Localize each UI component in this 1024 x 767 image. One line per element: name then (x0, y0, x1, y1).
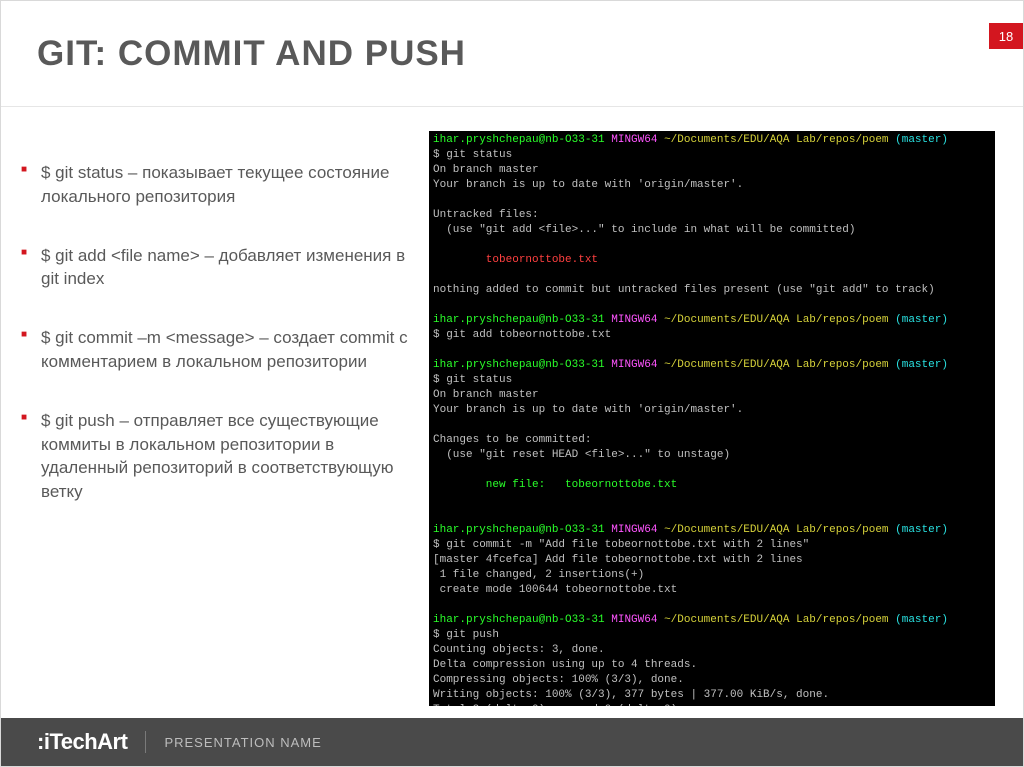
left-column: $ git status – показывает текущее состоя… (21, 131, 421, 706)
slide-title: GIT: COMMIT AND PUSH (37, 34, 1023, 74)
footer-separator (145, 731, 146, 753)
bullet-item: $ git push – отправляет все существующие… (21, 409, 421, 504)
bullet-list: $ git status – показывает текущее состоя… (21, 161, 421, 504)
footer-text: PRESENTATION NAME (164, 735, 321, 750)
header: GIT: COMMIT AND PUSH (37, 34, 1023, 74)
bullet-item: $ git add <file name> – добавляет измене… (21, 244, 421, 292)
terminal-output: ihar.pryshchepau@nb-O33-31 MINGW64 ~/Doc… (429, 131, 995, 706)
bullet-item: $ git commit –m <message> – создает comm… (21, 326, 421, 374)
footer: :iTechArt PRESENTATION NAME (1, 718, 1023, 766)
divider (1, 106, 1023, 107)
logo: :iTechArt (37, 729, 127, 755)
page-number-badge: 18 (989, 23, 1023, 49)
slide: GIT: COMMIT AND PUSH 18 $ git status – п… (0, 0, 1024, 767)
right-column: ihar.pryshchepau@nb-O33-31 MINGW64 ~/Doc… (421, 131, 1023, 706)
body: $ git status – показывает текущее состоя… (21, 131, 1023, 706)
bullet-item: $ git status – показывает текущее состоя… (21, 161, 421, 209)
